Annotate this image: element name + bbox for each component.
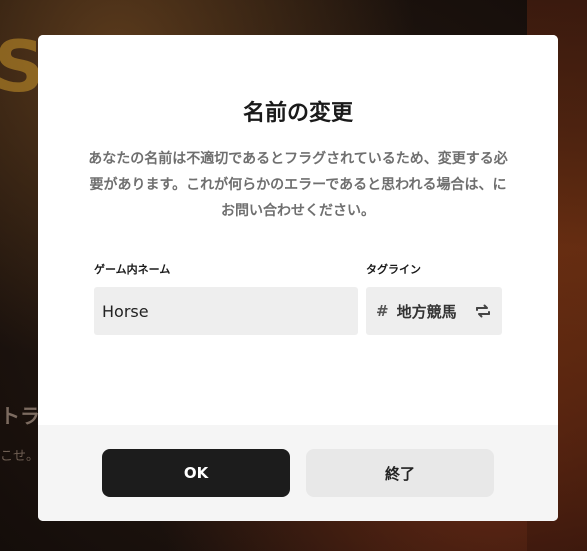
dialog-message: あなたの名前は不適切であるとフラグされているため、変更する必要があります。これが…: [88, 151, 508, 219]
quit-button[interactable]: 終了: [306, 449, 494, 497]
tagline-input[interactable]: # 地方競馬: [366, 287, 502, 335]
swap-icon[interactable]: [472, 300, 494, 322]
dialog-body: 名前の変更 あなたの名前は不適切であるとフラグされているため、変更する必要があり…: [38, 35, 558, 425]
game-name-label: ゲーム内ネーム: [94, 263, 171, 276]
background-subtext-fragment: こせ。: [0, 449, 40, 464]
game-name-input[interactable]: Horse: [94, 287, 358, 335]
tagline-label: タグライン: [366, 263, 421, 276]
background-text-fragment: トラ: [0, 404, 40, 428]
game-name-value: Horse: [102, 301, 149, 321]
rename-dialog: 名前の変更 あなたの名前は不適切であるとフラグされているため、変更する必要があり…: [38, 35, 558, 521]
dialog-title: 名前の変更: [242, 101, 353, 126]
ok-button[interactable]: OK: [102, 449, 290, 497]
tagline-value: 地方競馬: [396, 302, 457, 321]
hash-prefix: #: [376, 302, 389, 320]
dialog-footer: OK 終了: [38, 425, 558, 521]
